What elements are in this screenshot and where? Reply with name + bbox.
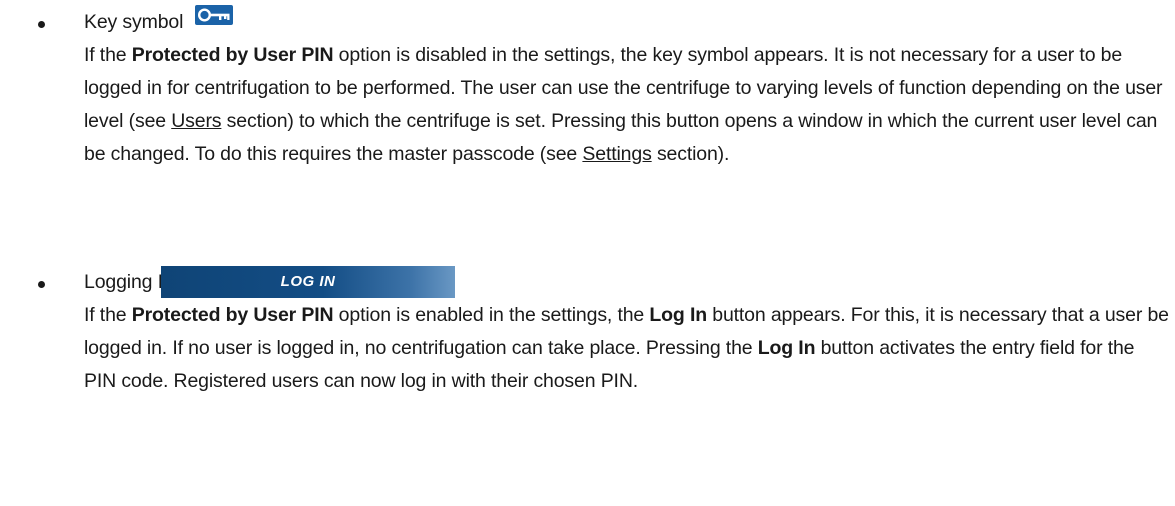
paragraph-text: section). <box>651 143 730 165</box>
log-in-button[interactable]: LOG IN <box>161 266 455 298</box>
item-title-text: Key symbol <box>84 11 184 33</box>
emphasis-text: Protected by User PIN <box>131 44 334 66</box>
bullet-point <box>38 21 45 28</box>
paragraph-text: If the <box>84 44 132 66</box>
item-description-logging-in: If the Protected by User PIN option is e… <box>84 299 1169 398</box>
paragraph-text: option is enabled in the settings, the <box>333 304 650 326</box>
emphasis-text: Protected by User PIN <box>131 304 334 326</box>
paragraph-text: If the <box>84 304 132 326</box>
section-reference-link[interactable]: Settings <box>582 143 651 165</box>
emphasis-text: Log In <box>649 304 707 326</box>
item-title-key-symbol: Key symbol <box>84 3 233 39</box>
item-description-key-symbol: If the Protected by User PIN option is d… <box>84 39 1169 171</box>
key-icon[interactable] <box>194 3 233 36</box>
emphasis-text: Log In <box>757 337 816 359</box>
bullet-point <box>38 281 45 288</box>
section-reference-link[interactable]: Users <box>171 110 221 132</box>
document-page: Key symbol If the Protected by User PIN … <box>0 0 1175 506</box>
